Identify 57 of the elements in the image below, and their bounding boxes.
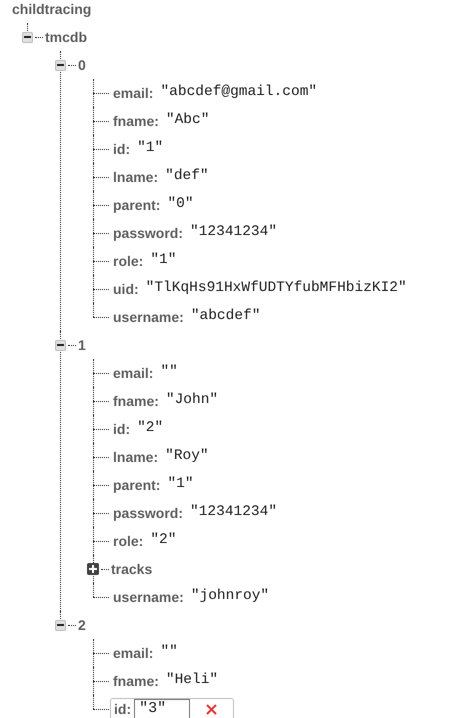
field-key: id: [113, 418, 130, 440]
field-value[interactable]: "2" [150, 530, 176, 552]
collapse-button[interactable] [22, 32, 33, 42]
plus-icon [89, 565, 97, 573]
field-key: username: [113, 586, 184, 608]
field-value[interactable]: "2" [137, 418, 164, 440]
field-value[interactable]: "def" [165, 166, 209, 188]
minus-icon [24, 36, 31, 38]
node-label[interactable]: tracks [111, 558, 152, 580]
field-key: parent: [113, 474, 160, 496]
field-key: fname: [113, 670, 159, 692]
field-value[interactable]: "TlKqHs91HxWfUDTYfubMFHbizKI2" [146, 278, 407, 300]
node-label[interactable]: 2 [78, 614, 86, 636]
field-key: lname: [113, 446, 158, 468]
field-key: uid: [113, 278, 139, 300]
field-value[interactable]: "12341234" [190, 502, 278, 524]
field-value[interactable]: "Roy" [165, 446, 209, 468]
field-key: fname: [113, 390, 159, 412]
value-input-field[interactable]: "3" [134, 699, 190, 718]
close-icon [206, 704, 217, 714]
field-key: id: [113, 138, 130, 160]
node-label[interactable]: tmcdb [45, 26, 87, 48]
field-value[interactable]: "12341234" [190, 222, 278, 244]
field-key: username: [113, 306, 184, 328]
minus-icon [57, 64, 64, 66]
field-key: id: [114, 698, 132, 718]
field-value[interactable]: "John" [166, 390, 218, 412]
field-key: email: [113, 362, 154, 384]
node-label[interactable]: 0 [78, 54, 86, 76]
field-value[interactable]: "abcdef" [190, 306, 260, 328]
field-key: role: [113, 250, 144, 272]
field-value[interactable]: "johnroy" [190, 586, 270, 608]
field-key: role: [113, 530, 144, 552]
collapse-button[interactable] [55, 340, 66, 350]
node-label[interactable]: 1 [78, 334, 86, 356]
field-key: fname: [113, 110, 159, 132]
field-value[interactable]: "0" [167, 194, 194, 216]
field-value[interactable]: "1" [137, 138, 164, 160]
root-node-label[interactable]: childtracing [12, 0, 92, 20]
field-value[interactable]: "1" [167, 474, 194, 496]
field-value[interactable]: "1" [150, 250, 176, 272]
field-value[interactable]: "" [160, 642, 178, 664]
field-key: parent: [113, 194, 160, 216]
minus-icon [57, 624, 64, 626]
minus-icon [57, 344, 64, 346]
field-value[interactable]: "abcdef@gmail.com" [160, 82, 318, 104]
field-key: email: [113, 642, 154, 664]
field-key: email: [113, 82, 154, 104]
field-value[interactable]: "Abc" [166, 110, 210, 132]
field-key: password: [113, 222, 184, 244]
field-value[interactable]: "Heli" [166, 670, 218, 692]
field-value[interactable]: "" [160, 362, 178, 384]
collapse-button[interactable] [55, 620, 66, 630]
expand-button[interactable] [87, 563, 99, 575]
field-key: lname: [113, 166, 158, 188]
field-key: password: [113, 502, 184, 524]
collapse-button[interactable] [55, 60, 66, 70]
